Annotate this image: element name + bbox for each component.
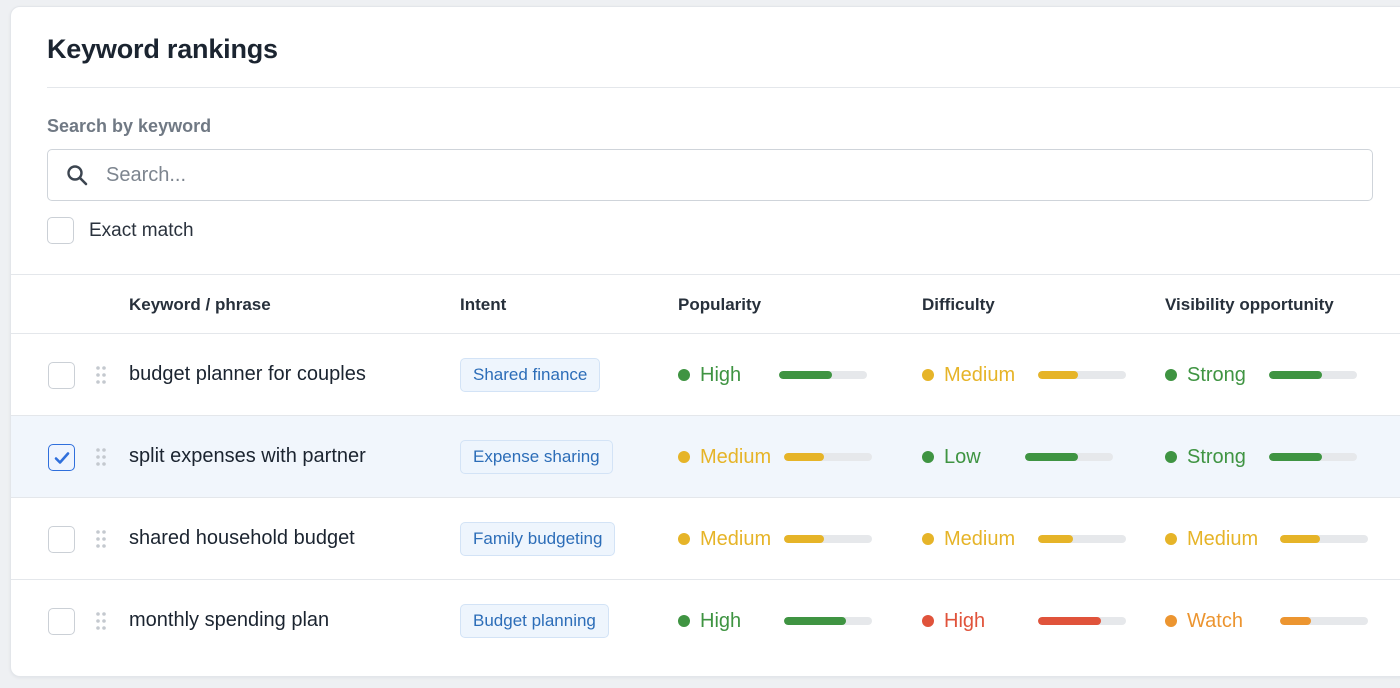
exact-match-checkbox[interactable] — [47, 217, 74, 244]
row-checkbox[interactable] — [48, 444, 75, 471]
search-input[interactable] — [106, 162, 1346, 188]
popularity-status-dot — [678, 451, 690, 463]
column-header-popularity[interactable]: Popularity — [678, 295, 761, 315]
difficulty-label: Medium — [944, 527, 1016, 550]
intent-tag: Expense sharing — [460, 440, 613, 474]
difficulty-cell: Medium — [922, 498, 1015, 580]
visibility-bar — [1280, 535, 1368, 543]
visibility-cell: Strong — [1165, 334, 1246, 416]
visibility-bar — [1269, 453, 1357, 461]
search-box — [47, 149, 1373, 201]
title-divider — [47, 87, 1400, 88]
intent-tag: Budget planning — [460, 604, 609, 638]
visibility-bar-fill — [1280, 535, 1320, 543]
visibility-bar — [1269, 371, 1357, 379]
exact-match-row: Exact match — [47, 217, 194, 244]
table-row[interactable]: shared household budget Family budgeting M… — [11, 498, 1400, 580]
keyword-rankings-card: Keyword rankings Search by keyword Exact… — [10, 6, 1400, 677]
table-row[interactable]: monthly spending plan Budget planning High… — [11, 580, 1400, 662]
popularity-bar — [779, 371, 867, 379]
popularity-label: Medium — [700, 445, 772, 468]
table-row[interactable]: budget planner for couples Shared finance… — [11, 334, 1400, 416]
table-header: Keyword / phrase Intent Popularity Diffi… — [11, 274, 1400, 334]
drag-handle-icon[interactable] — [96, 447, 106, 467]
column-header-keyword[interactable]: Keyword / phrase — [129, 295, 271, 315]
popularity-bar-fill — [784, 535, 824, 543]
visibility-bar-fill — [1269, 371, 1322, 379]
search-icon — [67, 165, 88, 186]
difficulty-bar-fill — [1038, 371, 1078, 379]
difficulty-status-dot — [922, 369, 934, 381]
column-header-intent[interactable]: Intent — [460, 295, 506, 315]
popularity-bar — [784, 535, 872, 543]
visibility-status-dot — [1165, 615, 1177, 627]
difficulty-bar-fill — [1025, 453, 1078, 461]
difficulty-status-dot — [922, 533, 934, 545]
difficulty-label: Low — [944, 445, 981, 468]
difficulty-label: Medium — [944, 363, 1016, 386]
difficulty-cell: Medium — [922, 334, 1015, 416]
difficulty-status-dot — [922, 451, 934, 463]
page-title: Keyword rankings — [47, 34, 278, 64]
visibility-bar-fill — [1269, 453, 1322, 461]
checkmark-icon — [54, 451, 69, 464]
visibility-label: Watch — [1187, 609, 1243, 632]
popularity-status-dot — [678, 533, 690, 545]
search-label: Search by keyword — [47, 116, 212, 136]
drag-handle-icon[interactable] — [96, 611, 106, 631]
keyword-text: split expenses with partner — [129, 445, 366, 467]
keyword-table: Keyword / phrase Intent Popularity Diffi… — [11, 274, 1400, 662]
visibility-cell: Watch — [1165, 580, 1243, 662]
popularity-cell: High — [678, 334, 741, 416]
popularity-label: High — [700, 363, 742, 386]
visibility-bar — [1280, 617, 1368, 625]
visibility-label: Strong — [1187, 363, 1246, 386]
difficulty-status-dot — [922, 615, 934, 627]
row-checkbox[interactable] — [48, 362, 75, 389]
intent-tag: Shared finance — [460, 358, 601, 392]
drag-handle-icon[interactable] — [96, 365, 106, 385]
popularity-bar-fill — [784, 453, 824, 461]
table-body: budget planner for couples Shared finance… — [11, 334, 1400, 662]
visibility-cell: Medium — [1165, 498, 1258, 580]
visibility-status-dot — [1165, 451, 1177, 463]
difficulty-bar — [1038, 371, 1126, 379]
visibility-label: Medium — [1187, 527, 1259, 550]
difficulty-cell: High — [922, 580, 985, 662]
popularity-status-dot — [678, 615, 690, 627]
popularity-bar-fill — [779, 371, 832, 379]
popularity-bar-fill — [784, 617, 846, 625]
popularity-label: High — [700, 609, 742, 632]
column-header-difficulty[interactable]: Difficulty — [922, 295, 995, 315]
popularity-cell: Medium — [678, 416, 771, 498]
visibility-status-dot — [1165, 533, 1177, 545]
popularity-cell: Medium — [678, 498, 771, 580]
difficulty-bar-fill — [1038, 617, 1102, 625]
row-checkbox[interactable] — [48, 608, 75, 635]
popularity-bar — [784, 617, 872, 625]
row-checkbox[interactable] — [48, 526, 75, 553]
keyword-text: monthly spending plan — [129, 609, 330, 631]
intent-tag: Family budgeting — [460, 522, 616, 556]
visibility-cell: Strong — [1165, 416, 1246, 498]
keyword-text: shared household budget — [129, 527, 355, 549]
difficulty-label: High — [944, 609, 986, 632]
exact-match-label: Exact match — [89, 219, 194, 241]
keyword-text: budget planner for couples — [129, 363, 366, 385]
popularity-bar — [784, 453, 872, 461]
popularity-cell: High — [678, 580, 741, 662]
difficulty-bar — [1038, 617, 1126, 625]
drag-handle-icon[interactable] — [96, 529, 106, 549]
difficulty-bar — [1025, 453, 1113, 461]
table-row[interactable]: split expenses with partner Expense shari… — [11, 416, 1400, 498]
popularity-status-dot — [678, 369, 690, 381]
popularity-label: Medium — [700, 527, 772, 550]
difficulty-bar — [1038, 535, 1126, 543]
difficulty-bar-fill — [1038, 535, 1074, 543]
visibility-bar-fill — [1280, 617, 1311, 625]
difficulty-cell: Low — [922, 416, 981, 498]
column-header-visibility[interactable]: Visibility opportunity — [1165, 295, 1334, 315]
visibility-label: Strong — [1187, 445, 1246, 468]
visibility-status-dot — [1165, 369, 1177, 381]
